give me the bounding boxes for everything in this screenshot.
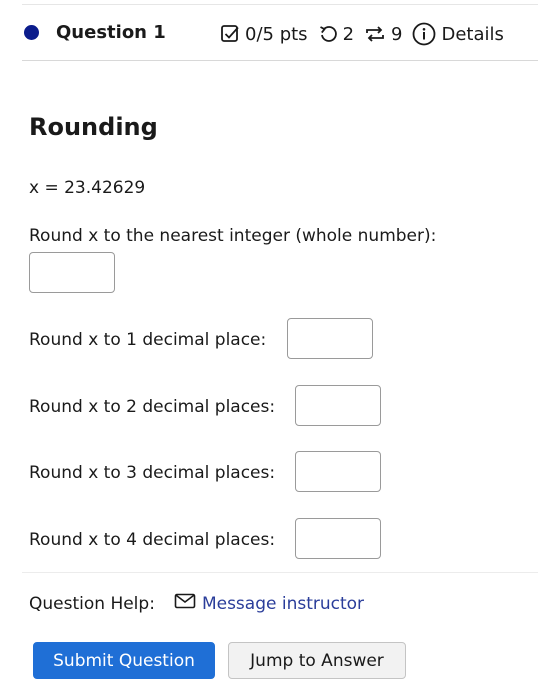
prompt-3-decimals: Round x to 3 decimal places:: [29, 463, 276, 483]
help-label: Question Help:: [29, 593, 155, 614]
answer-input-3-decimals[interactable]: [295, 451, 381, 492]
points-text: 0/5 pts: [245, 23, 308, 45]
mail-icon: [174, 593, 196, 614]
prompt-4-decimals: Round x to 4 decimal places:: [29, 530, 276, 550]
question-meta: 0/5 pts 2 9 Details: [220, 22, 504, 46]
header-divider: [22, 60, 538, 61]
prompt-2-decimals: Round x to 2 decimal places:: [29, 397, 276, 417]
question-heading: Rounding: [29, 113, 158, 141]
x-value-text: x = 23.42629: [29, 178, 146, 198]
repeat-icon: [364, 24, 386, 44]
info-icon[interactable]: [412, 22, 436, 46]
prompt-integer: Round x to the nearest integer (whole nu…: [29, 226, 437, 246]
jump-to-answer-button[interactable]: Jump to Answer: [228, 642, 406, 679]
answer-input-4-decimals[interactable]: [295, 518, 381, 559]
question-header: Question 1 0/5 pts 2 9 Details: [22, 18, 538, 54]
answer-input-2-decimals[interactable]: [295, 385, 381, 426]
status-dot: [24, 25, 39, 40]
question-title: Question 1: [56, 22, 166, 43]
prompt-1-decimal: Round x to 1 decimal place:: [29, 330, 267, 350]
undo-icon: [318, 24, 338, 44]
attempts-count: 2: [342, 23, 355, 45]
message-instructor-text[interactable]: Message instructor: [202, 594, 364, 614]
checkbox-icon: [220, 24, 240, 44]
question-help: Question Help: Message instructor: [29, 593, 364, 614]
top-divider: [22, 4, 538, 5]
answer-input-integer[interactable]: [29, 252, 115, 293]
versions-count: 9: [391, 23, 403, 45]
content-divider: [22, 572, 538, 573]
submit-question-button[interactable]: Submit Question: [33, 642, 215, 679]
answer-input-1-decimal[interactable]: [287, 318, 373, 359]
details-link[interactable]: Details: [441, 24, 503, 45]
message-instructor-link[interactable]: Message instructor: [174, 593, 364, 614]
